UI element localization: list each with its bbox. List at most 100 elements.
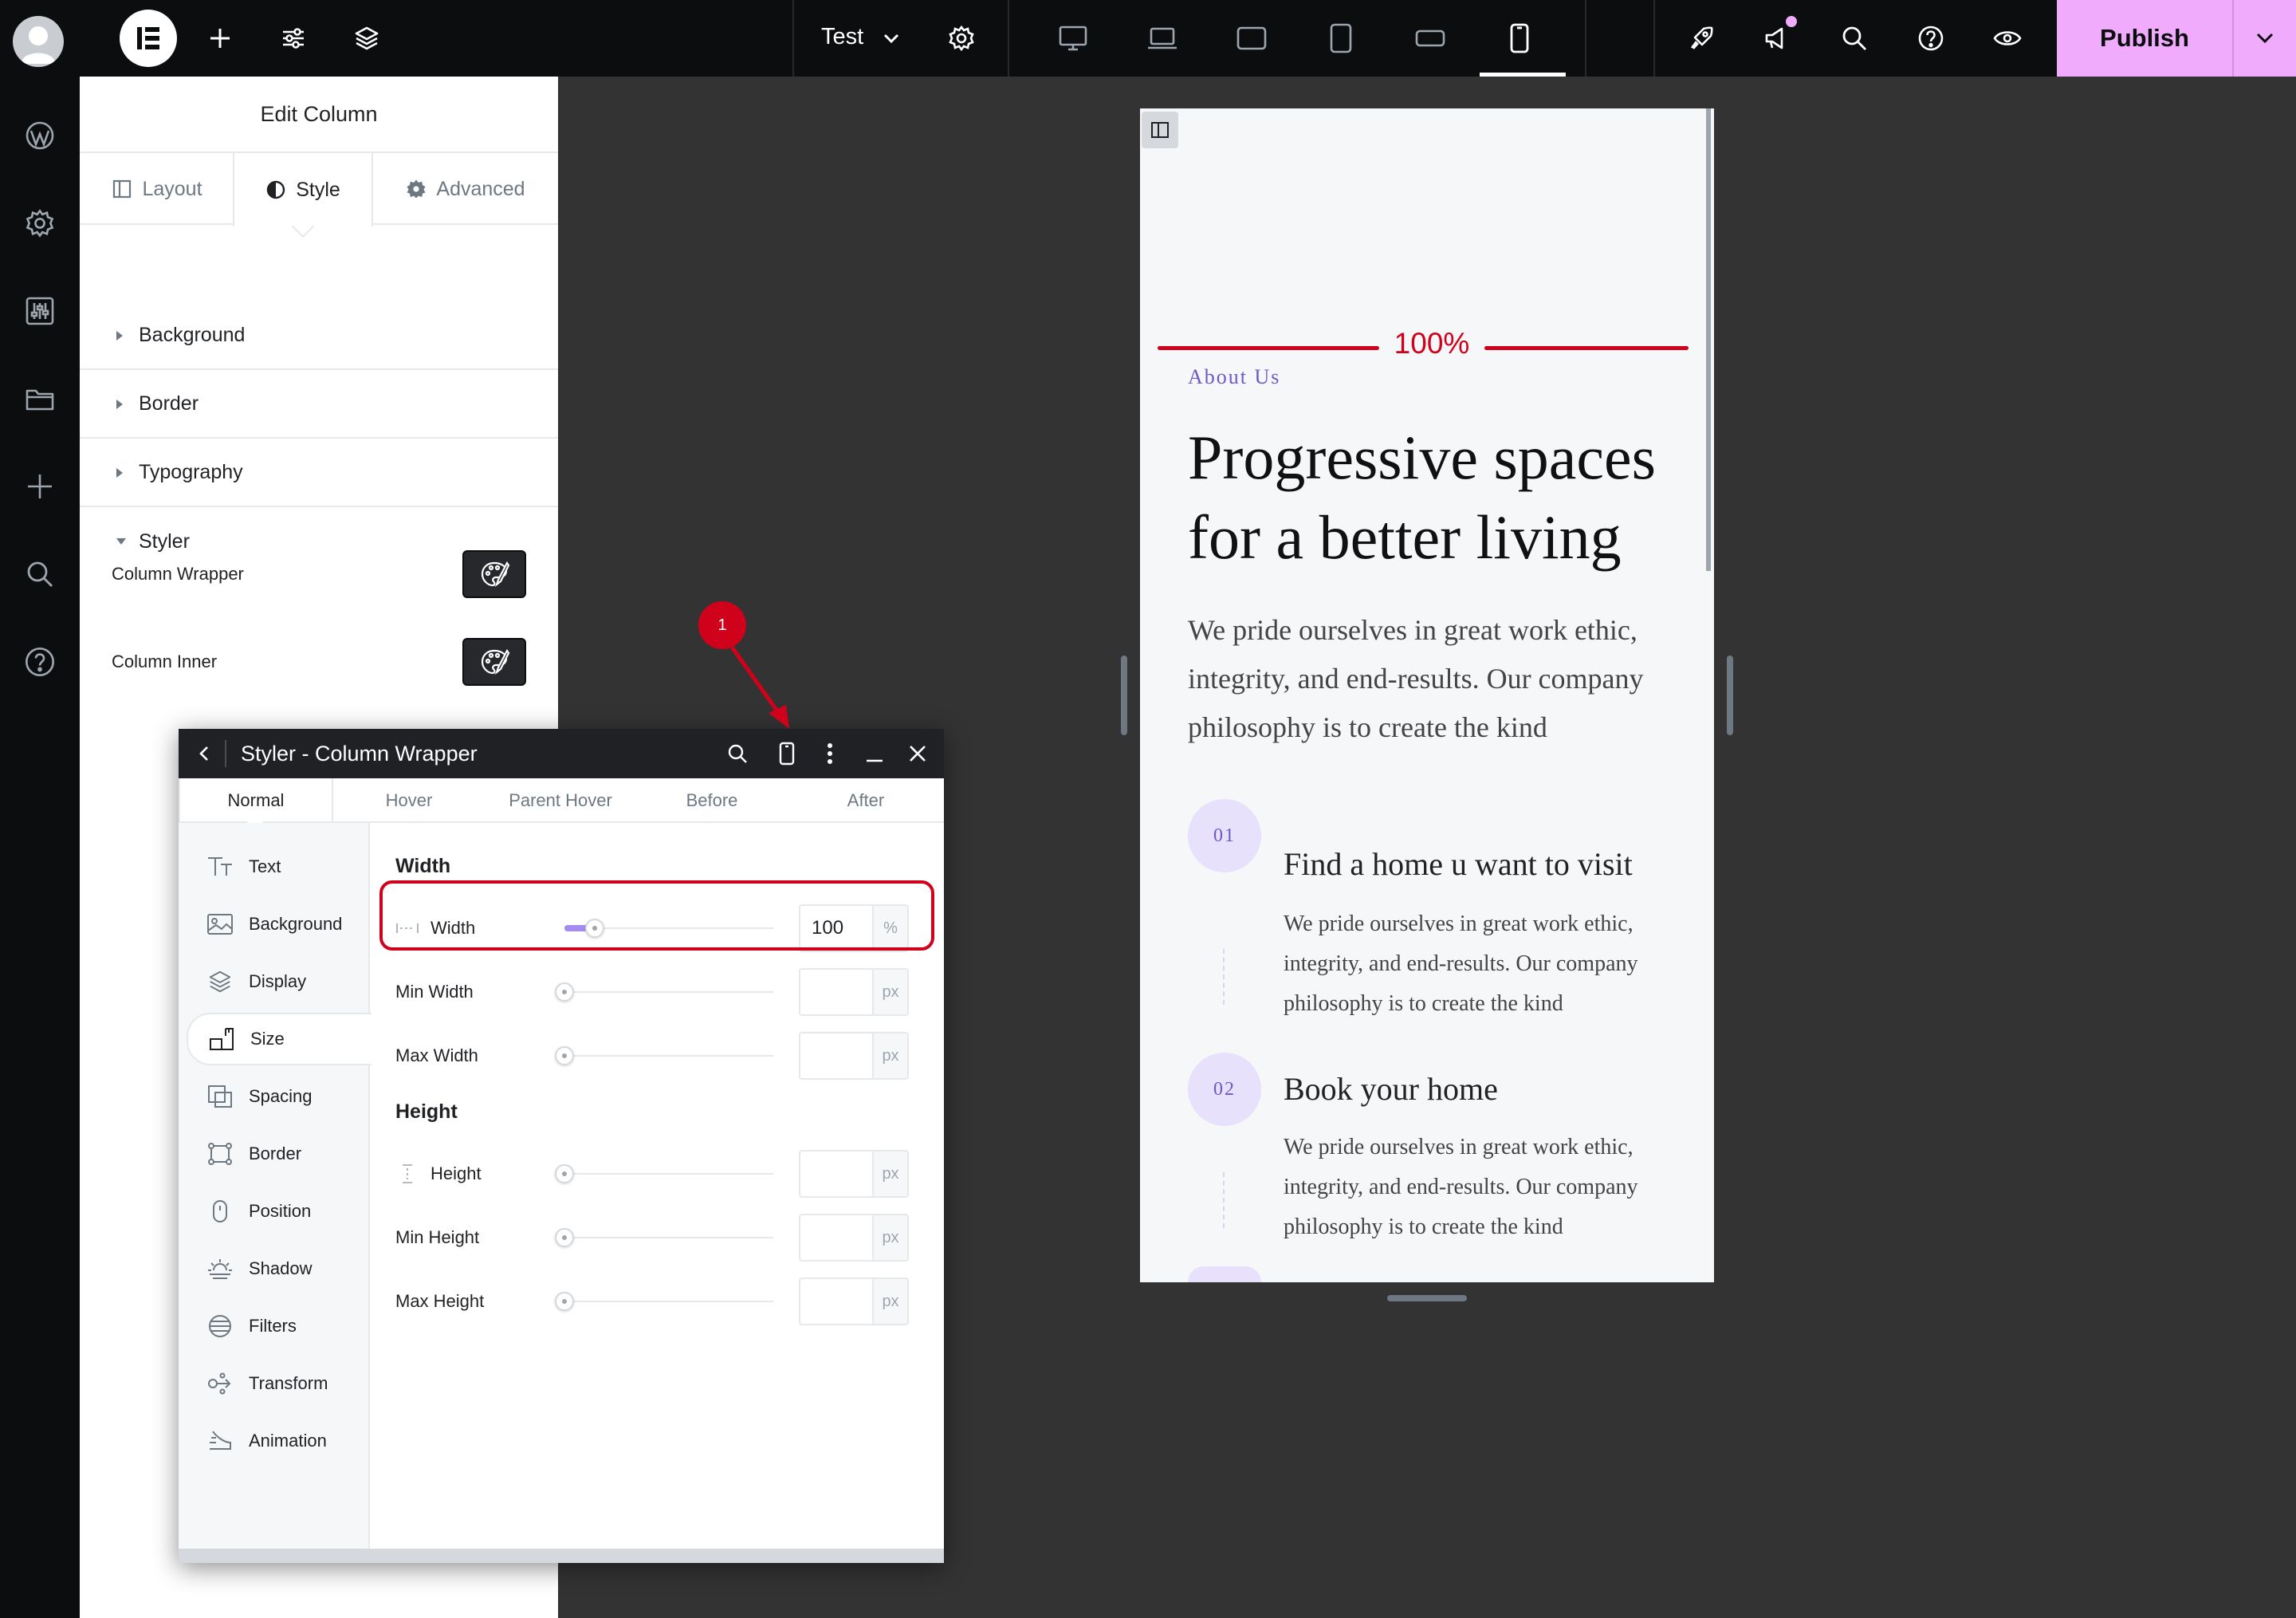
add-element-button[interactable] [196, 14, 244, 62]
height-input[interactable] [799, 1150, 872, 1198]
preview-scrollbar[interactable] [1706, 108, 1711, 571]
prop-row-min-height: Min Height px [395, 1214, 925, 1262]
tab-advanced[interactable]: Advanced [373, 153, 558, 225]
device-tablet-landscape-button[interactable] [1228, 14, 1276, 62]
whats-new-button[interactable] [1754, 14, 1802, 62]
styler-scrollbar[interactable] [179, 1549, 944, 1563]
publish-options-button[interactable] [2232, 0, 2296, 77]
slider-thumb[interactable] [555, 1292, 574, 1311]
styler-more-button[interactable] [810, 734, 850, 774]
styler-minimize-button[interactable] [855, 734, 894, 774]
tab-style-label: Style [296, 178, 340, 201]
min-height-slider[interactable] [555, 1228, 773, 1247]
contrast-icon [267, 180, 285, 199]
device-laptop-button[interactable] [1138, 14, 1186, 62]
eye-icon [1993, 31, 2022, 45]
max-height-input[interactable] [799, 1277, 872, 1325]
resize-handle-right[interactable] [1727, 655, 1733, 735]
section-border[interactable]: Border [80, 370, 558, 439]
min-width-slider[interactable] [555, 982, 773, 1002]
styler-close-button[interactable] [898, 734, 938, 774]
templates-button[interactable] [16, 375, 64, 423]
help-button[interactable] [16, 638, 64, 686]
height-unit-selector[interactable]: px [872, 1150, 909, 1198]
nav-item-size[interactable]: Size [187, 1013, 372, 1065]
max-width-input[interactable] [799, 1032, 872, 1080]
resize-handle-bottom[interactable] [1387, 1295, 1467, 1301]
finder-button[interactable] [1830, 14, 1878, 62]
user-avatar[interactable] [13, 16, 64, 67]
nav-item-position[interactable]: Position [179, 1185, 370, 1238]
nav-item-display[interactable]: Display [179, 955, 370, 1008]
nav-item-filters[interactable]: Filters [179, 1300, 370, 1352]
controls-button[interactable] [16, 287, 64, 335]
state-tab-after[interactable]: After [788, 778, 944, 823]
nav-item-shadow[interactable]: Shadow [179, 1242, 370, 1295]
preview-button[interactable] [1983, 14, 2031, 62]
publish-button[interactable]: Publish [2057, 0, 2232, 77]
max-height-unit-selector[interactable]: px [872, 1277, 909, 1325]
state-tab-before[interactable]: Before [636, 778, 788, 823]
nav-label: Text [249, 856, 281, 876]
slider-thumb[interactable] [555, 1164, 574, 1183]
site-settings-button[interactable] [269, 14, 317, 62]
rocket-icon [1690, 26, 1713, 49]
min-height-input[interactable] [799, 1214, 872, 1262]
slider-thumb[interactable] [555, 982, 574, 1002]
device-mobile-portrait-button[interactable] [1496, 14, 1543, 62]
document-title[interactable]: Test [821, 24, 863, 50]
state-tab-hover[interactable]: Hover [333, 778, 485, 823]
wordpress-button[interactable] [16, 112, 64, 159]
min-height-unit-selector[interactable]: px [872, 1214, 909, 1262]
device-mobile-landscape-button[interactable] [1406, 14, 1454, 62]
tab-layout[interactable]: Layout [80, 153, 234, 225]
help-icon [1918, 26, 1944, 51]
document-menu-chevron[interactable] [867, 14, 915, 62]
device-tablet-portrait-button[interactable] [1317, 14, 1365, 62]
column-wrapper-styler-button[interactable] [462, 550, 526, 598]
nav-item-transform[interactable]: Transform [179, 1357, 370, 1410]
max-width-unit-selector[interactable]: px [872, 1032, 909, 1080]
column-handle[interactable] [1142, 112, 1178, 148]
state-tab-parent-hover[interactable]: Parent Hover [485, 778, 636, 823]
styler-search-button[interactable] [718, 734, 757, 774]
elementor-logo[interactable] [120, 10, 177, 67]
user-icon [21, 26, 56, 64]
section-typography[interactable]: Typography [80, 439, 558, 507]
slider-thumb[interactable] [555, 1228, 574, 1247]
page-settings-button[interactable] [938, 14, 985, 62]
slider-thumb[interactable] [555, 1046, 574, 1065]
nav-item-spacing[interactable]: Spacing [179, 1070, 370, 1123]
filters-icon [209, 1315, 231, 1337]
nav-label: Transform [249, 1373, 328, 1393]
nav-item-border[interactable]: Border [179, 1128, 370, 1180]
help-button[interactable] [1907, 14, 1955, 62]
styler-device-button[interactable] [767, 734, 807, 774]
structure-button[interactable] [343, 14, 391, 62]
nav-item-text[interactable]: Text [179, 840, 370, 893]
max-width-slider[interactable] [555, 1046, 773, 1065]
nav-item-animation[interactable]: Animation [179, 1415, 370, 1467]
nav-item-background[interactable]: Background [179, 898, 370, 951]
panel-title: Edit Column [80, 77, 558, 153]
section-background[interactable]: Background [80, 301, 558, 370]
height-slider[interactable] [555, 1164, 773, 1183]
max-height-slider[interactable] [555, 1292, 773, 1311]
prop-row-height: Height px [395, 1150, 925, 1198]
search-button[interactable] [16, 550, 64, 598]
mobile-landscape-icon [1415, 30, 1445, 47]
column-inner-styler-button[interactable] [462, 638, 526, 686]
resize-handle-left[interactable] [1121, 655, 1127, 735]
launchpad-button[interactable] [1677, 14, 1725, 62]
position-icon [213, 1200, 227, 1222]
header-divider [225, 740, 226, 767]
add-button[interactable] [16, 463, 64, 510]
min-width-unit-selector[interactable]: px [872, 968, 909, 1016]
device-desktop-button[interactable] [1049, 14, 1097, 62]
min-width-input[interactable] [799, 968, 872, 1016]
left-icon-rail [0, 77, 80, 1618]
step-number-badge: 02 [1188, 1053, 1261, 1126]
back-button[interactable] [185, 734, 225, 774]
prop-label: Max Width [395, 1045, 478, 1065]
settings-button[interactable] [16, 199, 64, 247]
